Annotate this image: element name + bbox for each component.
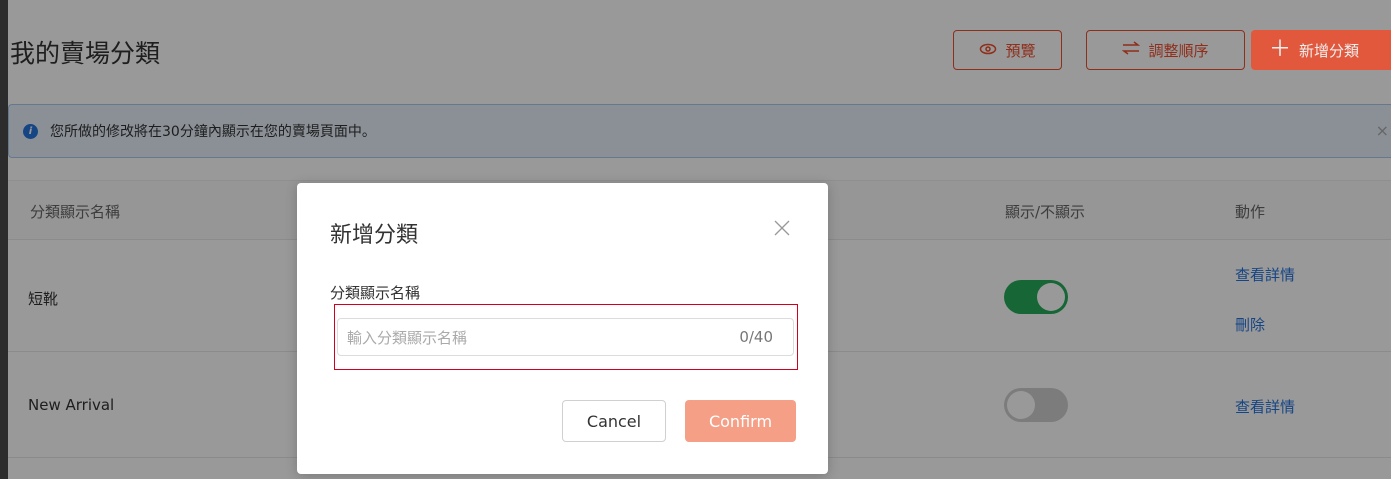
confirm-button[interactable]: Confirm xyxy=(685,400,796,442)
highlight-box xyxy=(334,304,798,370)
cancel-button[interactable]: Cancel xyxy=(562,400,666,442)
add-category-dialog: 新增分類 分類顯示名稱 輸入分類顯示名稱 0/40 Cancel Confirm xyxy=(297,183,828,474)
close-icon[interactable] xyxy=(770,216,794,240)
add-category-button-label: 新增分類 xyxy=(1299,41,1360,60)
dialog-title: 新增分類 xyxy=(330,223,419,248)
add-category-button[interactable]: ＋ 新增分類 xyxy=(1251,30,1391,70)
category-name-label: 分類顯示名稱 xyxy=(330,284,421,302)
plus-icon: ＋ xyxy=(1269,37,1292,62)
